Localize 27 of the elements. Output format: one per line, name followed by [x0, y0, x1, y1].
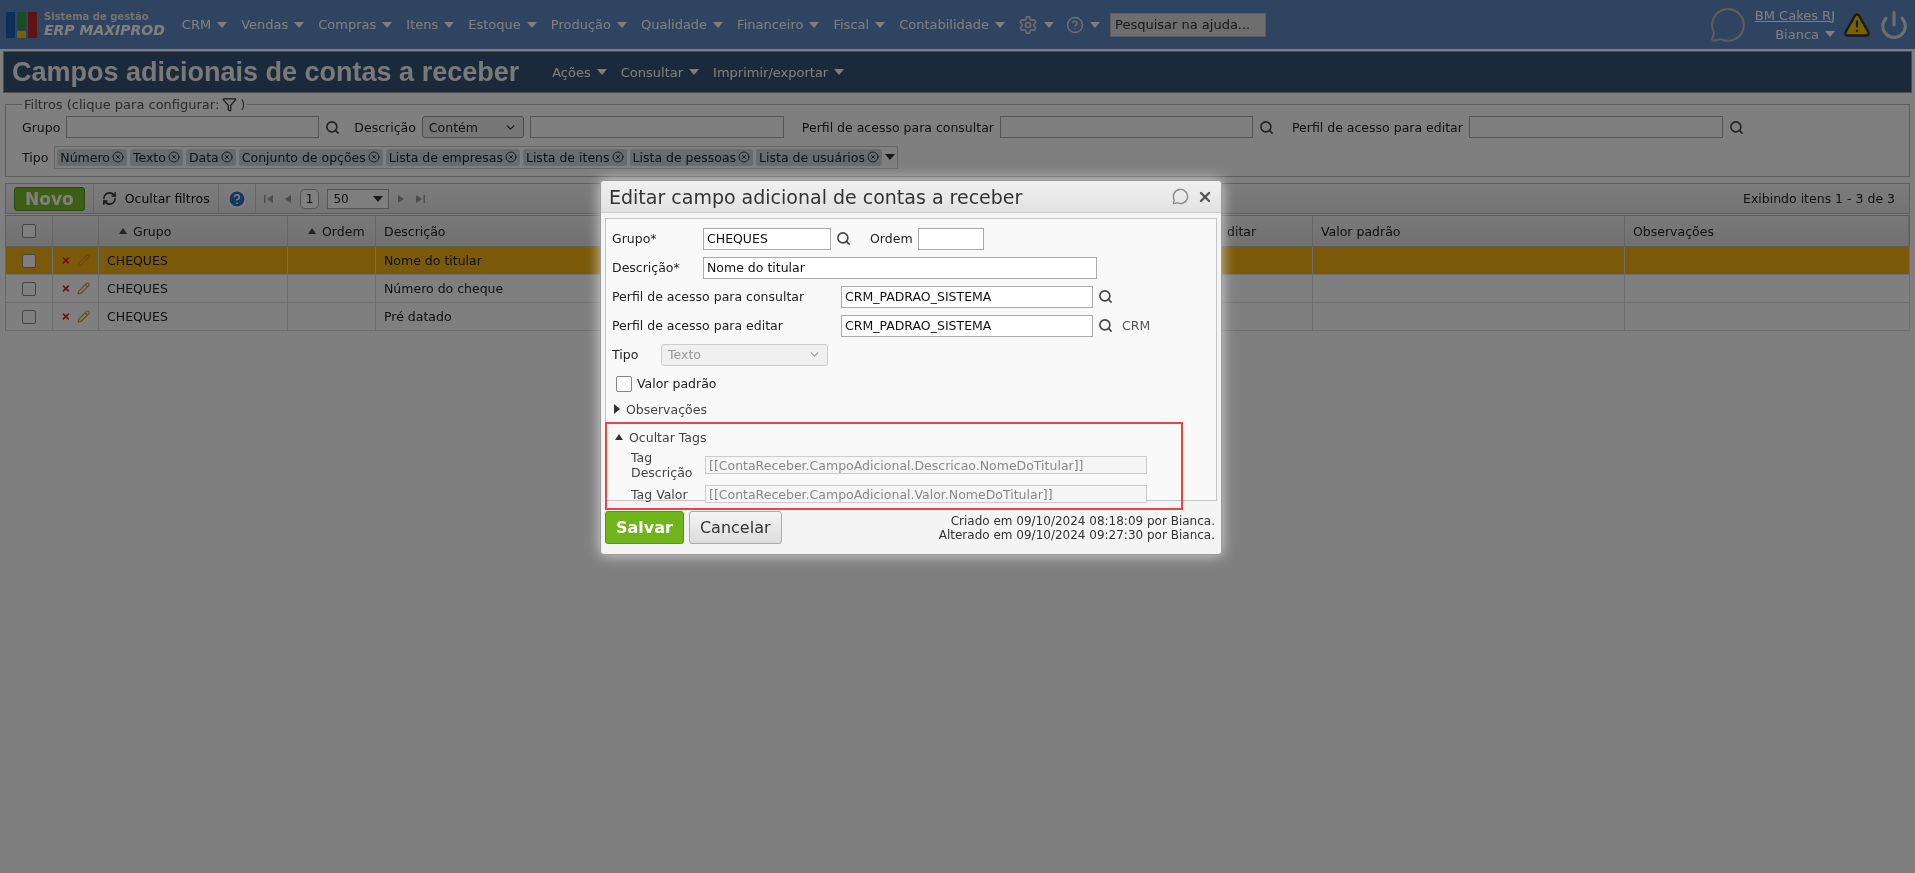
field-label: Tipo	[612, 347, 640, 362]
field-label: Perfil de acesso para editar	[612, 318, 784, 333]
page-title: Campos adicionais de contas a receber	[12, 56, 520, 88]
logo-subtitle: Sistema de gestão	[44, 11, 150, 22]
logo-text: ERP MAXIPROD	[44, 22, 165, 38]
filters-legend: Filtros (clique para configurar:	[24, 97, 220, 112]
checkbox-label: Valor padrão	[637, 376, 717, 391]
altered-text: Alterado em 09/10/2024 09:27:30 por Bianca.	[938, 527, 1215, 542]
table-cell: CHEQUES	[99, 275, 288, 302]
dialog-title: Editar campo adicional de contas a receber	[609, 185, 1023, 208]
filter-label: Grupo	[22, 119, 61, 135]
tag-label: Tag Descrição	[630, 450, 694, 480]
item-count: Exibindo itens 1 - 3 de 3	[1743, 191, 1896, 206]
field-label: Descrição*	[612, 260, 681, 275]
module-label: CRM	[1122, 318, 1151, 333]
table-cell: CHEQUES	[99, 247, 288, 274]
filters-legend: )	[240, 97, 246, 112]
created-text: Criado em 09/10/2024 08:18:09 por Bianca.	[950, 513, 1215, 528]
field-label: Grupo*	[612, 231, 658, 246]
filter-label: Tipo	[22, 149, 49, 165]
tag-label: Tag Valor	[630, 486, 689, 502]
table-cell: CHEQUES	[99, 303, 288, 330]
field-label: Perfil de acesso para consultar	[612, 289, 806, 304]
filter-label: Descrição	[354, 119, 416, 135]
field-label: Ordem	[870, 231, 913, 246]
filter-label: Perfil de acesso para editar	[1292, 119, 1463, 135]
filter-label: Perfil de acesso para consultar	[801, 119, 994, 135]
